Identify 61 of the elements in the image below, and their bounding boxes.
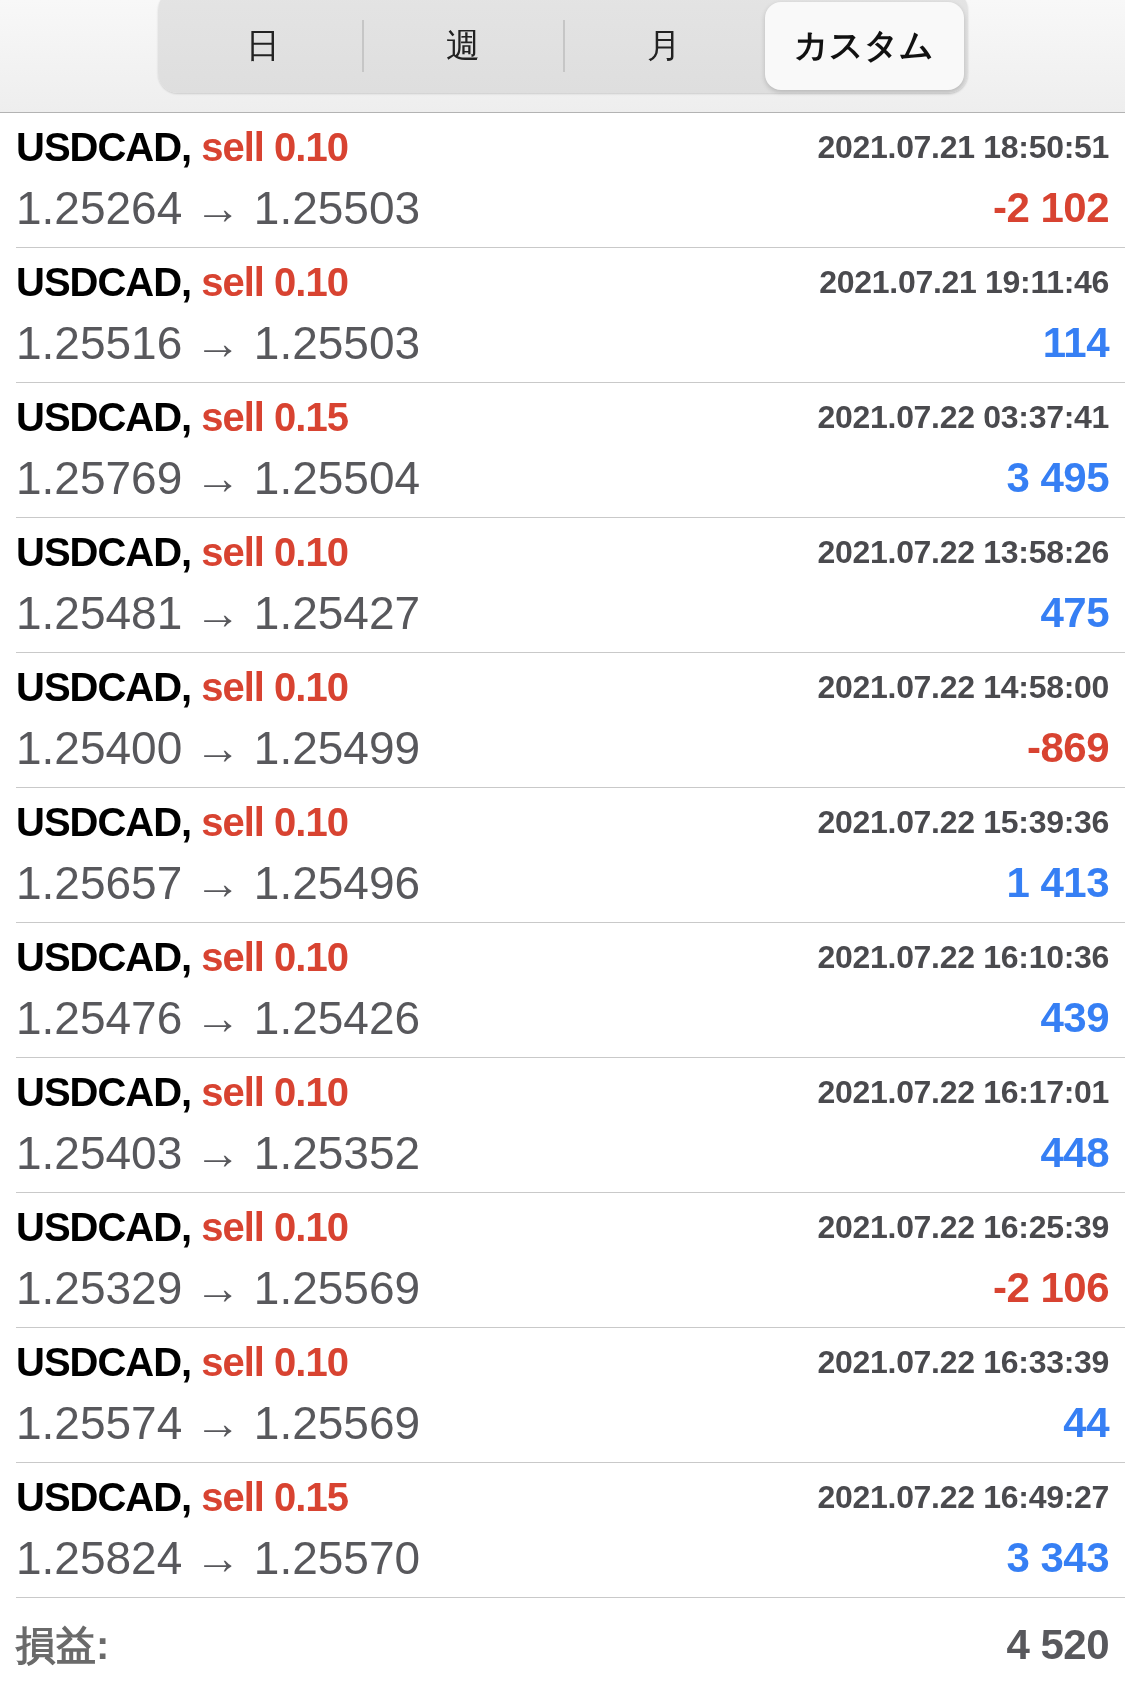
trade-profit: 3 343 [1006, 1534, 1109, 1582]
trade-order: sell 0.10 [201, 1204, 348, 1250]
trade-time: 2021.07.22 14:58:00 [817, 668, 1109, 706]
trade-symbol: USDCAD, [16, 1069, 192, 1115]
trade-time: 2021.07.21 19:11:46 [819, 263, 1109, 301]
trade-profit: 3 495 [1006, 454, 1109, 502]
trade-profit: 44 [1063, 1399, 1109, 1447]
trade-prices: 1.25574 → 1.25569 [16, 1396, 421, 1450]
trade-order: sell 0.10 [201, 259, 348, 305]
period-tab[interactable]: 月 [564, 2, 763, 90]
total-value: 4 520 [1006, 1621, 1109, 1669]
trade-order: sell 0.15 [201, 1474, 348, 1520]
trade-prices: 1.25476 → 1.25426 [16, 991, 421, 1045]
trade-order: sell 0.10 [201, 664, 348, 710]
trade-time: 2021.07.22 16:17:01 [817, 1073, 1109, 1111]
trade-time: 2021.07.22 16:49:27 [817, 1478, 1109, 1516]
trade-profit: -2 102 [992, 184, 1109, 232]
trade-profit: 439 [1040, 994, 1109, 1042]
trade-order: sell 0.10 [201, 799, 348, 845]
trade-profit: 1 413 [1006, 859, 1109, 907]
trade-order: sell 0.10 [201, 1069, 348, 1115]
trade-prices: 1.25403 → 1.25352 [16, 1126, 421, 1180]
trade-symbol: USDCAD, [16, 1474, 192, 1520]
trade-symbol: USDCAD, [16, 799, 192, 845]
trade-symbol: USDCAD, [16, 394, 192, 440]
trade-time: 2021.07.22 15:39:36 [817, 803, 1109, 841]
trade-order: sell 0.10 [201, 934, 348, 980]
trade-time: 2021.07.21 18:50:51 [817, 128, 1109, 166]
total-label: 損益: [16, 1621, 110, 1669]
period-tab[interactable]: 週 [364, 2, 563, 90]
trade-prices: 1.25516 → 1.25503 [16, 316, 421, 370]
trade-profit: 448 [1040, 1129, 1109, 1177]
trade-order: sell 0.15 [201, 394, 348, 440]
trade-prices: 1.25400 → 1.25499 [16, 721, 421, 775]
trade-symbol: USDCAD, [16, 1339, 192, 1385]
trade-prices: 1.25824 → 1.25570 [16, 1531, 421, 1585]
trade-symbol: USDCAD, [16, 934, 192, 980]
trade-prices: 1.25657 → 1.25496 [16, 856, 421, 910]
trade-time: 2021.07.22 13:58:26 [817, 533, 1109, 571]
trade-symbol: USDCAD, [16, 1204, 192, 1250]
trade-time: 2021.07.22 16:25:39 [817, 1208, 1109, 1246]
trade-prices: 1.25329 → 1.25569 [16, 1261, 421, 1315]
trade-prices: 1.25769 → 1.25504 [16, 451, 421, 505]
trade-time: 2021.07.22 16:10:36 [817, 938, 1109, 976]
trade-symbol: USDCAD, [16, 664, 192, 710]
trade-profit: -869 [1026, 724, 1109, 772]
trade-symbol: USDCAD, [16, 124, 192, 170]
trade-order: sell 0.10 [201, 1339, 348, 1385]
period-tab[interactable]: カスタム [765, 2, 964, 90]
trade-symbol: USDCAD, [16, 259, 192, 305]
trade-profit: -2 106 [992, 1264, 1109, 1312]
trade-profit: 475 [1040, 589, 1109, 637]
trade-time: 2021.07.22 03:37:41 [817, 398, 1109, 436]
period-tab[interactable]: 日 [163, 2, 362, 90]
trade-profit: 114 [1042, 319, 1109, 367]
trade-order: sell 0.10 [201, 124, 348, 170]
trade-order: sell 0.10 [201, 529, 348, 575]
trade-symbol: USDCAD, [16, 529, 192, 575]
trade-prices: 1.25264 → 1.25503 [16, 181, 421, 235]
trade-time: 2021.07.22 16:33:39 [817, 1343, 1109, 1381]
trade-prices: 1.25481 → 1.25427 [16, 586, 421, 640]
